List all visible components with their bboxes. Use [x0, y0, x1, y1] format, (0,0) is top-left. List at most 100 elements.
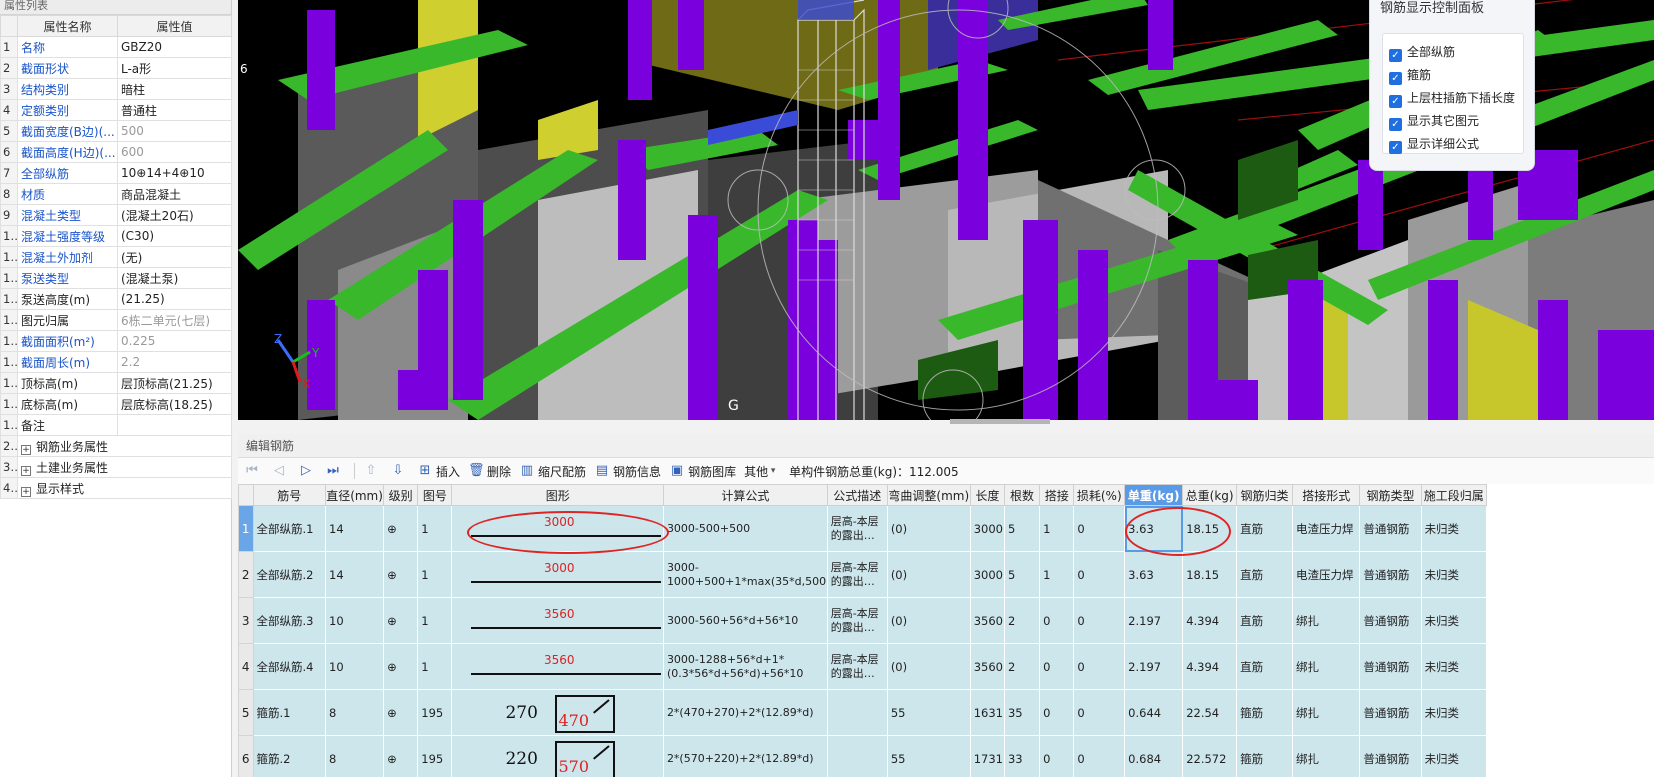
- rebar-cell-formula[interactable]: 3000-1000+500+1*max(35*d,500): [662, 551, 828, 598]
- property-value[interactable]: L-a形: [117, 57, 232, 79]
- rebar-row-index[interactable]: 4: [238, 643, 254, 690]
- move-up-button[interactable]: ⇧: [363, 460, 382, 482]
- rebar-cell-seg[interactable]: 未归类: [1420, 735, 1488, 777]
- checkbox-all-longitudinal[interactable]: ✓ 全部纵筋: [1389, 43, 1455, 62]
- rebar-cell-cat[interactable]: 直筋: [1236, 597, 1294, 644]
- property-value[interactable]: 2.2: [117, 351, 232, 373]
- rebar-cell-loss[interactable]: 0: [1073, 643, 1126, 690]
- property-value[interactable]: 普通柱: [117, 99, 232, 121]
- rebar-cell-fig[interactable]: 1: [417, 597, 453, 644]
- property-value[interactable]: 层顶标高(21.25): [117, 372, 232, 394]
- rebar-cell-bend[interactable]: (0): [886, 551, 971, 598]
- property-row[interactable]: 2 截面形状 L-a形: [0, 57, 232, 79]
- property-row[interactable]: 16 截面周长(m) 2.2: [0, 351, 232, 373]
- rebar-cell-formula[interactable]: 3000-560+56*d+56*10: [662, 597, 828, 644]
- property-row[interactable]: 3 结构类别 暗柱: [0, 78, 232, 100]
- rebar-cell-fig[interactable]: 1: [417, 643, 453, 690]
- property-group[interactable]: + 显示样式: [17, 477, 232, 499]
- rebar-cell-loss[interactable]: 0: [1073, 735, 1126, 777]
- property-row[interactable]: 10 混凝土强度等级 (C30): [0, 225, 232, 247]
- property-group-row[interactable]: 34 + 土建业务属性: [0, 456, 232, 478]
- rebar-row-index[interactable]: 6: [238, 735, 254, 777]
- first-row-button[interactable]: ⏮: [244, 460, 263, 482]
- rebar-cell-name[interactable]: 全部纵筋.1: [252, 505, 327, 552]
- rebar-cell-type[interactable]: 普通钢筋: [1359, 735, 1422, 777]
- rebar-cell-type[interactable]: 普通钢筋: [1359, 689, 1422, 736]
- rebar-column-header[interactable]: 计算公式: [662, 484, 828, 506]
- expand-plus-icon[interactable]: +: [21, 465, 31, 476]
- insert-button[interactable]: ⊞ 插入: [417, 460, 460, 482]
- rebar-cell-name[interactable]: 箍筋.1: [252, 689, 327, 736]
- property-row[interactable]: 12 泵送类型 (混凝土泵): [0, 267, 232, 289]
- rebar-row[interactable]: 2 全部纵筋.2 14 ⊕ 1 3000 3000-1000+500+1*max(35*d,…: [238, 551, 1488, 598]
- rebar-cell-desc[interactable]: [826, 689, 888, 736]
- rebar-cell-lap_type[interactable]: 电渣压力焊: [1292, 551, 1361, 598]
- rebar-cell-name[interactable]: 全部纵筋.3: [252, 597, 327, 644]
- property-value[interactable]: [117, 414, 232, 436]
- checkbox-stirrup[interactable]: ✓ 箍筋: [1389, 66, 1431, 85]
- rebar-cell-loss[interactable]: 0: [1073, 551, 1126, 598]
- rebar-cell-length[interactable]: 3000: [969, 551, 1005, 598]
- rebar-cell-cat[interactable]: 直筋: [1236, 643, 1294, 690]
- rebar-cell-formula[interactable]: 3000-500+500: [662, 505, 828, 552]
- rebar-cell-lap_type[interactable]: 绑扎: [1292, 597, 1361, 644]
- rebar-cell-desc[interactable]: 层高-本层的露出…: [826, 505, 888, 552]
- property-group-row[interactable]: 40 + 显示样式: [0, 477, 232, 499]
- property-value[interactable]: 500: [117, 120, 232, 142]
- rebar-shape-cell[interactable]: 3560: [451, 597, 664, 644]
- rebar-column-header[interactable]: 级别: [383, 484, 419, 506]
- rebar-cell-name[interactable]: 全部纵筋.4: [252, 643, 327, 690]
- rebar-cell-length[interactable]: 1731: [969, 735, 1005, 777]
- property-value[interactable]: 暗柱: [117, 78, 232, 100]
- rebar-cell-fig[interactable]: 195: [417, 735, 453, 777]
- rebar-cell-count[interactable]: 5: [1003, 551, 1041, 598]
- rebar-cell-type[interactable]: 普通钢筋: [1359, 643, 1422, 690]
- rebar-column-header[interactable]: 图形: [451, 484, 664, 506]
- last-row-button[interactable]: ⏭: [325, 460, 344, 482]
- rebar-row-index[interactable]: 3: [238, 597, 254, 644]
- rebar-row-index[interactable]: 5: [238, 689, 254, 736]
- rebar-cell-lap[interactable]: 1: [1039, 505, 1075, 552]
- property-row[interactable]: 14 图元归属 6栋二单元(七层): [0, 309, 232, 331]
- prev-row-button[interactable]: ◁: [271, 460, 290, 482]
- rebar-cell-bend[interactable]: (0): [886, 505, 971, 552]
- rebar-row[interactable]: 1 全部纵筋.1 14 ⊕ 1 3000 3000-500+500 层高-本层的露出… (0) 3…: [238, 505, 1488, 552]
- rebar-cell-seg[interactable]: 未归类: [1420, 597, 1488, 644]
- scale-rebar-button[interactable]: ▥ 缩尺配筋: [519, 460, 586, 482]
- expand-plus-icon[interactable]: +: [21, 444, 31, 455]
- rebar-cell-lap_type[interactable]: 绑扎: [1292, 643, 1361, 690]
- rebar-cell-type[interactable]: 普通钢筋: [1359, 551, 1422, 598]
- property-row[interactable]: 4 定额类别 普通柱: [0, 99, 232, 121]
- rebar-cell-total[interactable]: 18.15: [1182, 551, 1238, 598]
- property-value[interactable]: 层底标高(18.25): [117, 393, 232, 415]
- rebar-cell-cat[interactable]: 直筋: [1236, 551, 1294, 598]
- rebar-cell-total[interactable]: 22.54: [1182, 689, 1238, 736]
- property-row[interactable]: 13 泵送高度(m) (21.25): [0, 288, 232, 310]
- rebar-cell-unit[interactable]: 3.63: [1124, 505, 1184, 552]
- rebar-cell-desc[interactable]: 层高-本层的露出…: [826, 597, 888, 644]
- property-row[interactable]: 18 底标高(m) 层底标高(18.25): [0, 393, 232, 415]
- rebar-cell-dia[interactable]: 8: [325, 735, 385, 777]
- rebar-cell-lap[interactable]: 0: [1039, 643, 1075, 690]
- rebar-column-header[interactable]: 钢筋归类: [1236, 484, 1294, 506]
- 3d-viewport[interactable]: Z Y X G 6 钢筋显示控制面板 ✓ 全部纵筋 ✓ 箍筋 ✓ 上层柱插筋下插长度 …: [238, 0, 1654, 420]
- property-value[interactable]: 600: [117, 141, 232, 163]
- rebar-cell-desc[interactable]: 层高-本层的露出…: [826, 551, 888, 598]
- rebar-cell-count[interactable]: 35: [1003, 689, 1041, 736]
- rebar-column-header[interactable]: 损耗(%): [1073, 484, 1126, 506]
- rebar-cell-cat[interactable]: 箍筋: [1236, 735, 1294, 777]
- rebar-cell-name[interactable]: 全部纵筋.2: [252, 551, 327, 598]
- rebar-cell-count[interactable]: 5: [1003, 505, 1041, 552]
- rebar-cell-bend[interactable]: (0): [886, 643, 971, 690]
- property-row[interactable]: 7 全部纵筋 10⊕14+4⊕10: [0, 162, 232, 184]
- rebar-cell-lap[interactable]: 0: [1039, 689, 1075, 736]
- rebar-column-header[interactable]: 总重(kg): [1182, 484, 1238, 506]
- rebar-column-header[interactable]: 弯曲调整(mm): [886, 484, 971, 506]
- rebar-shape-cell[interactable]: 3000: [451, 551, 664, 598]
- delete-button[interactable]: 🗑 删除: [468, 460, 511, 482]
- rebar-column-header[interactable]: 搭接: [1039, 484, 1075, 506]
- rebar-cell-unit[interactable]: 2.197: [1124, 643, 1184, 690]
- rebar-cell-cat[interactable]: 直筋: [1236, 505, 1294, 552]
- property-group[interactable]: + 钢筋业务属性: [17, 435, 232, 457]
- rebar-column-header[interactable]: 单重(kg): [1124, 484, 1184, 506]
